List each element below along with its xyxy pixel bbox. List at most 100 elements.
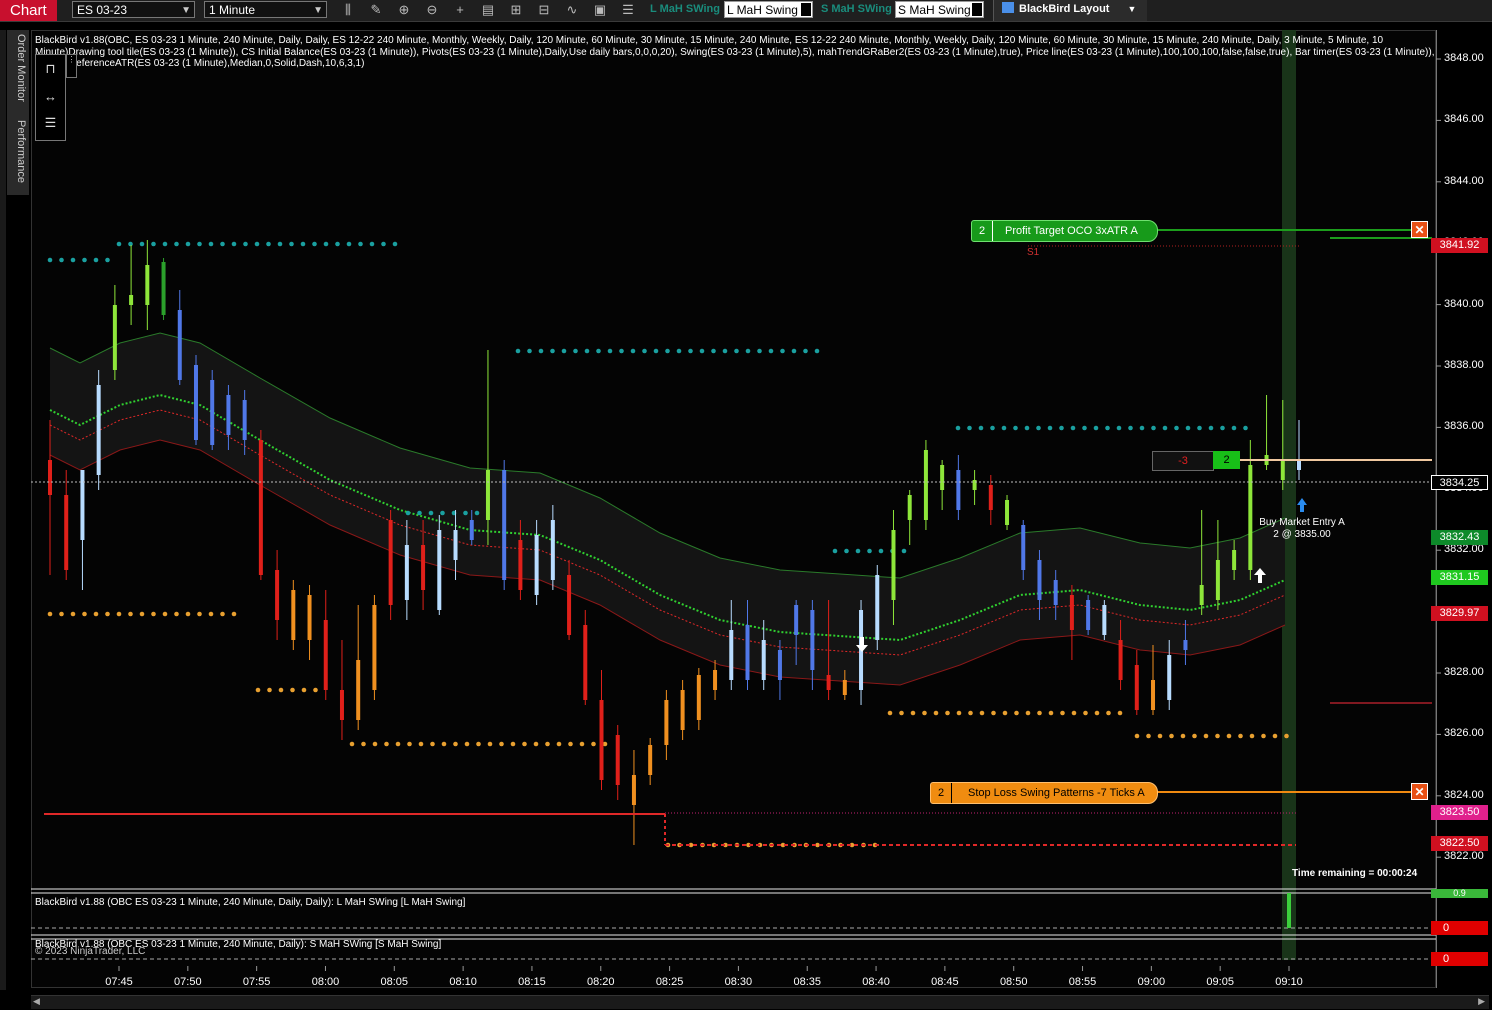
scroll-right-icon[interactable]: ▶: [1478, 996, 1485, 1007]
price-tag: 3832.43: [1431, 530, 1488, 545]
long-top-tag: 0.9: [1431, 889, 1488, 898]
scroll-left-icon[interactable]: ◀: [33, 996, 40, 1007]
swing-dot: [1238, 733, 1243, 739]
stop-loss-qty[interactable]: 2: [931, 783, 952, 803]
stop-loss-order[interactable]: 2 Stop Loss Swing Patterns -7 Ticks A: [930, 782, 1158, 804]
tile-grip-icon[interactable]: ⋮: [66, 54, 77, 78]
time-axis-label: 08:05: [380, 976, 409, 988]
time-axis-ticks: [118, 966, 1290, 971]
swing-dot: [1203, 733, 1209, 739]
candle-body: [1005, 500, 1010, 525]
swing-dot: [522, 741, 527, 747]
swing-dot: [453, 741, 458, 747]
candle-body: [469, 520, 474, 540]
swing-dot: [392, 241, 398, 247]
profit-target-order[interactable]: 2 Profit Target OCO 3xATR A: [971, 220, 1158, 242]
time-axis-label: 08:25: [655, 976, 684, 988]
swing-dot: [1106, 710, 1111, 716]
price-tag: 3823.50: [1431, 805, 1488, 820]
swing-dot: [1192, 733, 1197, 739]
time-axis-label: 08:20: [586, 976, 615, 988]
price-tag: 3822.50: [1431, 836, 1488, 851]
candle-body: [664, 700, 669, 745]
candle-body: [356, 660, 361, 720]
time-axis-label: 07:50: [174, 976, 202, 988]
candle-body: [534, 535, 539, 595]
position-qty[interactable]: 2: [1213, 451, 1240, 469]
swing-dot: [381, 241, 386, 247]
swing-dot: [545, 741, 550, 747]
swing-dot: [300, 241, 306, 247]
copyright-text: © 2023 NinjaTrader, LLC: [35, 946, 146, 957]
swing-dot: [1180, 733, 1186, 739]
swing-dot: [979, 710, 985, 716]
swing-dot: [1116, 425, 1122, 431]
candle-body: [875, 575, 880, 640]
swing-dot: [151, 611, 156, 617]
candle-body: [550, 520, 555, 580]
time-axis-label: 09:00: [1137, 976, 1166, 988]
profit-target-qty[interactable]: 2: [972, 221, 993, 241]
lines-icon[interactable]: ☰: [36, 115, 65, 131]
candle-body: [307, 595, 312, 640]
long-subpanel-title: BlackBird v1.88 (OBC ES 03-23 1 Minute, …: [35, 897, 466, 908]
swing-dot: [832, 548, 838, 554]
indicator-info-text: BlackBird v1.88(OBC, ES 03-23 1 Minute, …: [35, 35, 1435, 69]
swing-dot: [139, 241, 145, 247]
candle-body: [291, 590, 296, 640]
candle-body: [1297, 460, 1301, 470]
time-axis-label: 08:10: [449, 976, 477, 988]
time-axis-label: 09:10: [1275, 976, 1303, 988]
buy-entry-label: Buy Market Entry A 2 @ 3835.00: [1252, 517, 1352, 541]
swing-dot: [510, 741, 516, 747]
time-axis-label: 08:35: [793, 976, 821, 988]
time-axis-label: 09:05: [1206, 976, 1234, 988]
candle-body: [777, 650, 782, 680]
swing-dot: [844, 548, 849, 554]
candle-body: [96, 385, 101, 475]
swing-dot: [1059, 425, 1064, 431]
close-icon[interactable]: ✕: [1411, 221, 1428, 238]
swing-dot: [463, 510, 468, 516]
candle-body: [1134, 665, 1139, 710]
swing-dot: [757, 348, 762, 354]
candle-body: [988, 485, 993, 510]
swing-dot: [313, 687, 318, 693]
swing-dot: [1146, 733, 1151, 739]
candle-body: [940, 465, 945, 490]
candle-body: [210, 380, 215, 445]
candle-body: [842, 680, 847, 695]
swing-dot: [533, 741, 539, 747]
swing-dot: [82, 611, 87, 617]
swing-dot: [630, 348, 636, 354]
candle-body: [339, 690, 344, 720]
candle-body: [1232, 550, 1237, 570]
swing-dot: [1220, 425, 1225, 431]
swing-dot: [418, 741, 424, 747]
candle-body: [1183, 640, 1188, 650]
swing-dot: [335, 241, 340, 247]
swing-dot: [1208, 425, 1214, 431]
swing-dot: [197, 611, 202, 617]
ruler-icon[interactable]: ⊓: [36, 61, 65, 77]
position-pnl[interactable]: -3: [1152, 451, 1214, 471]
swing-dot: [128, 611, 133, 617]
swing-dot: [1249, 733, 1255, 739]
drawing-tool-tile[interactable]: ⊓ ↔ ☰: [35, 54, 66, 141]
candle-body: [1167, 655, 1172, 700]
candle-body: [1215, 560, 1220, 600]
swing-dot: [162, 241, 168, 247]
swing-dot: [1139, 425, 1145, 431]
horizontal-arrow-icon[interactable]: ↔: [36, 89, 65, 104]
swing-dot: [1036, 425, 1041, 431]
swing-dot: [464, 741, 470, 747]
swing-dot: [174, 611, 179, 617]
candle-body: [631, 775, 636, 805]
horizontal-scrollbar[interactable]: ◀ ▶: [31, 995, 1489, 1009]
time-axis-label: 08:40: [862, 976, 890, 988]
swing-dot: [1024, 425, 1030, 431]
swing-dot: [665, 348, 670, 354]
swing-dot: [956, 710, 962, 716]
close-icon[interactable]: ✕: [1411, 783, 1428, 800]
swing-dot: [538, 348, 544, 354]
